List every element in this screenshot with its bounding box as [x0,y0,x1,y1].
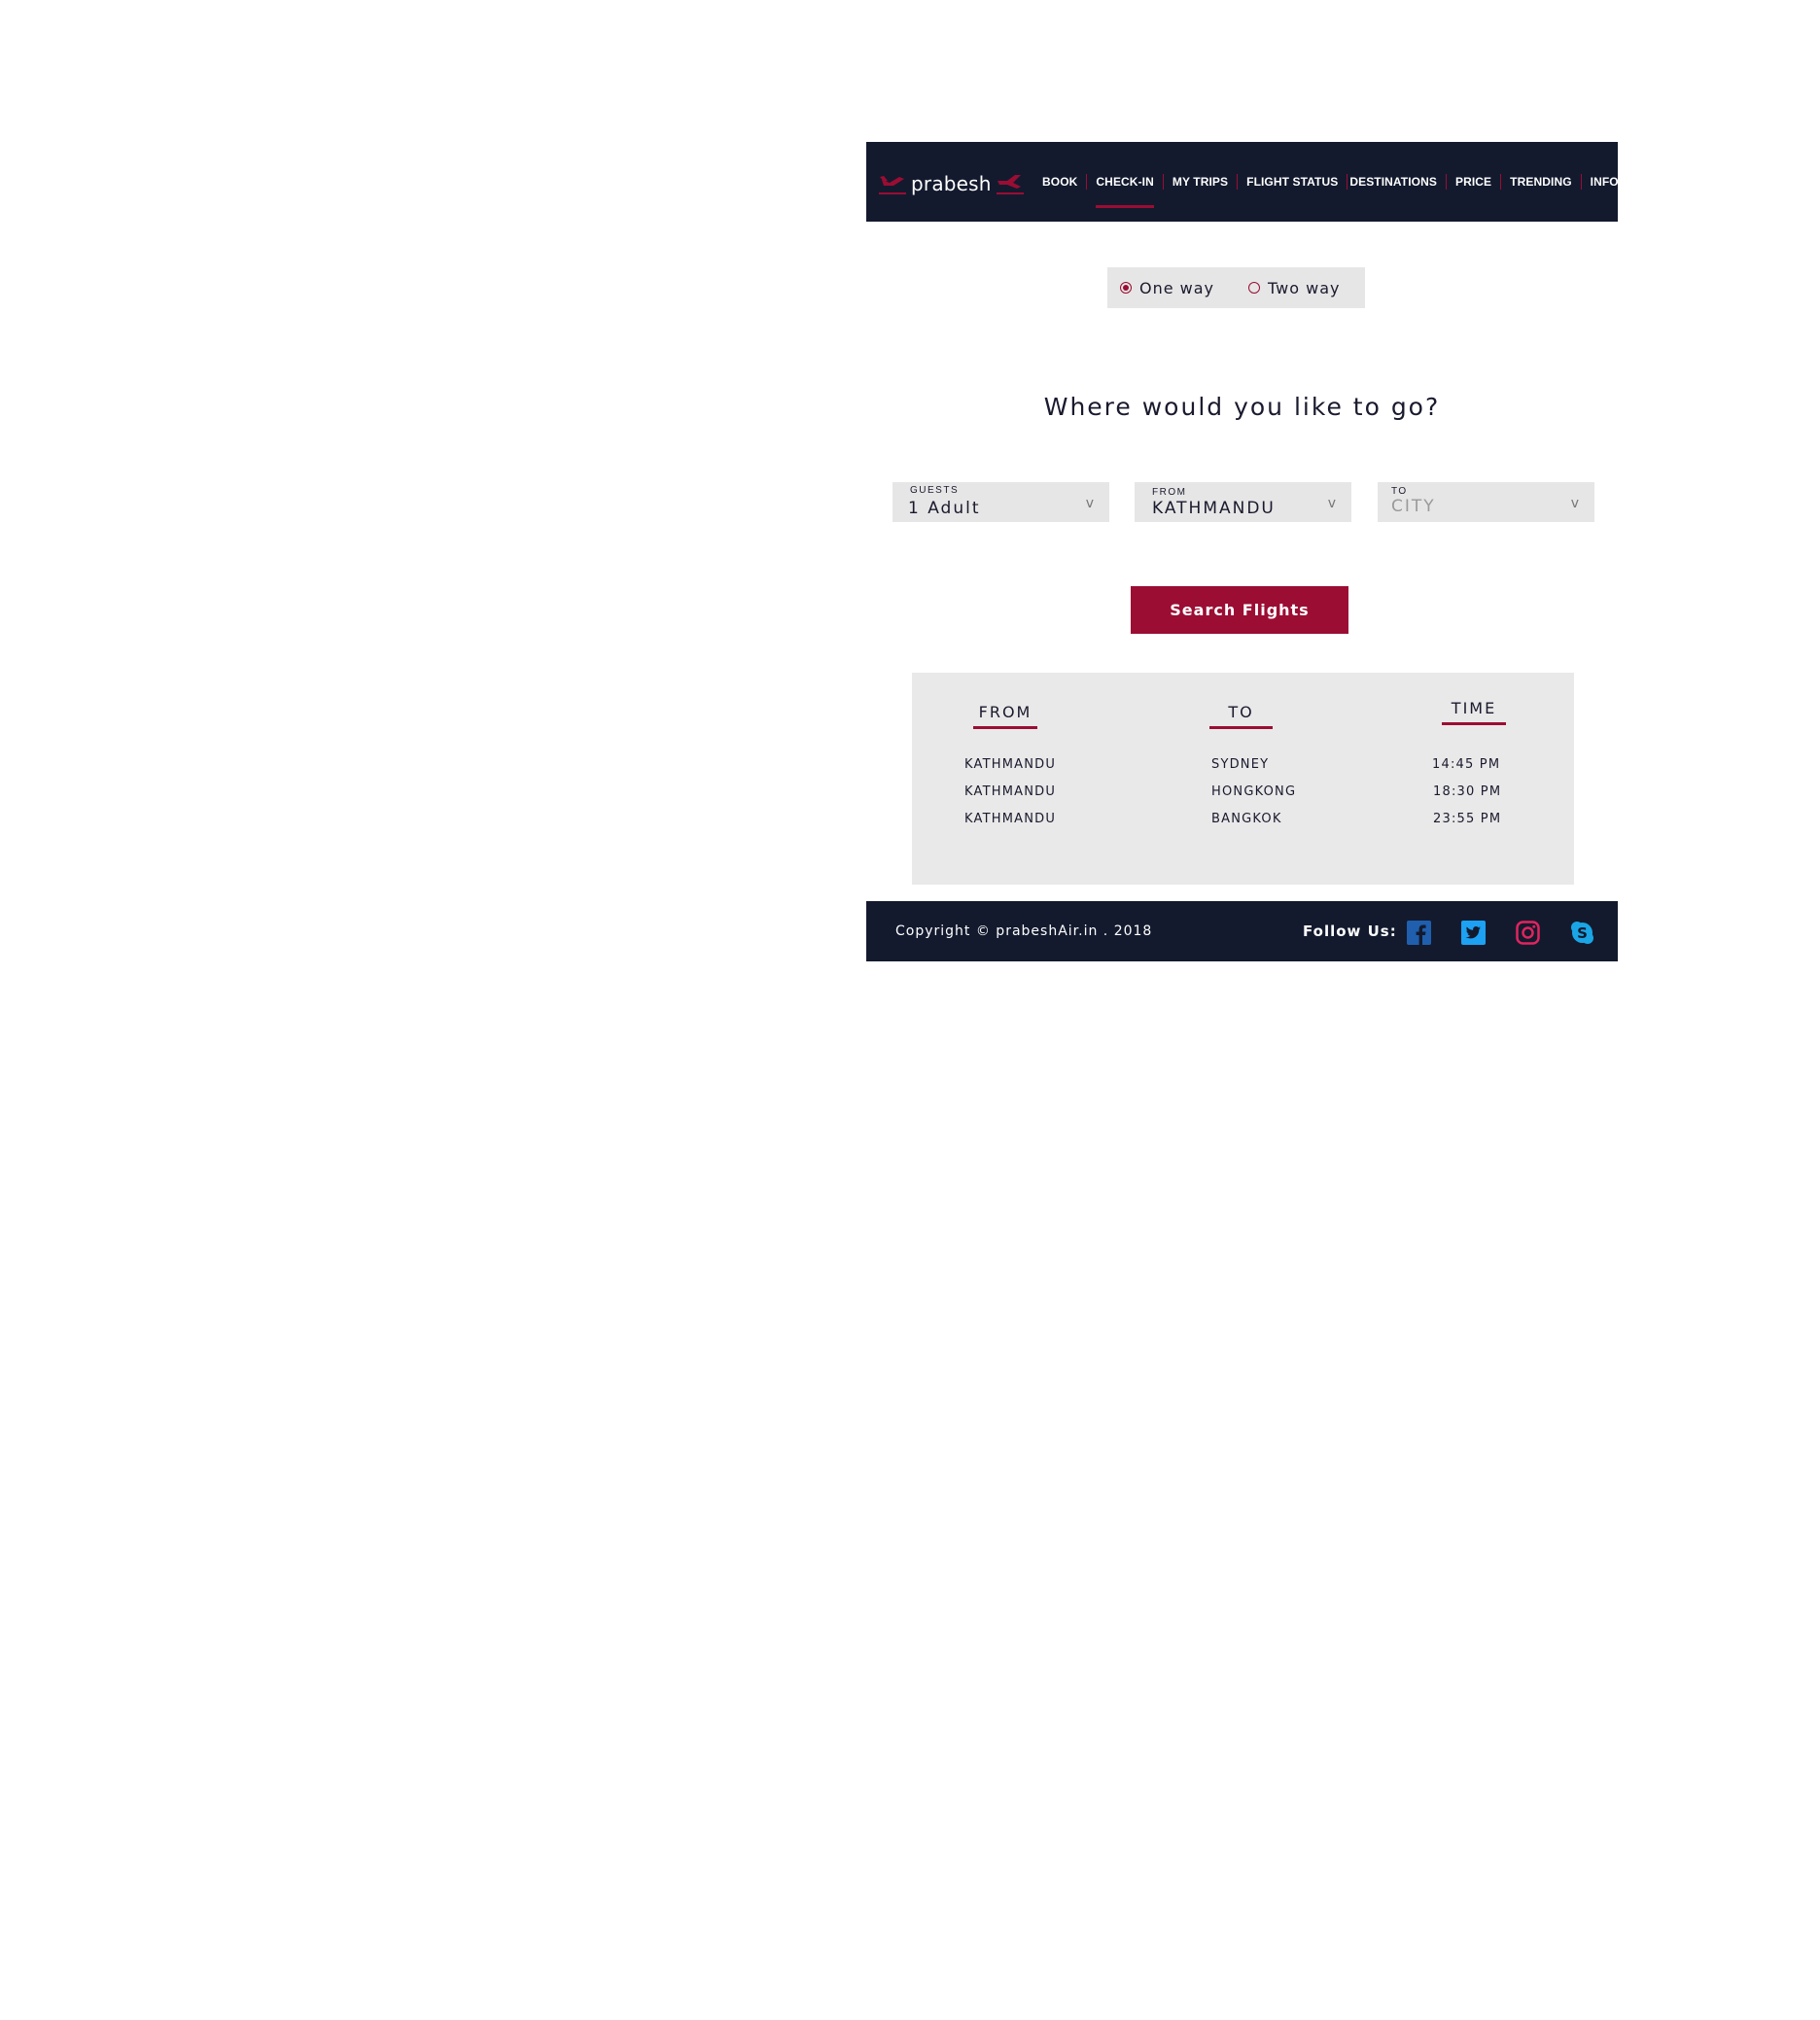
nav-item-book[interactable]: BOOK [1033,142,1086,222]
select-value: 1 Adult [908,499,981,518]
column-header-to: TO [1209,703,1273,729]
chevron-down-icon: v [1327,496,1336,511]
brand-name: prabesh [911,172,992,195]
nav-item-destinations[interactable]: DESTINATIONS [1348,142,1446,222]
search-flights-button[interactable]: Search Flights [1131,586,1348,634]
svg-text:S: S [1577,924,1588,942]
nav-item-flight-status[interactable]: FLIGHT STATUS [1238,142,1347,222]
from-select[interactable]: FROM KATHMANDU v [1135,482,1351,522]
brand-logo[interactable]: prabesh [878,171,1025,196]
nav-item-check-in[interactable]: CHECK-IN [1087,142,1162,222]
plane-arrival-icon [996,175,1024,194]
select-label: GUESTS [910,485,960,496]
column-header-time: TIME [1442,699,1506,725]
chevron-down-icon: v [1085,496,1094,511]
select-value: KATHMANDU [1152,499,1276,518]
main-nav: BOOK CHECK-IN MY TRIPS FLIGHT STATUS DES… [1033,142,1628,222]
cell-time: 23:55 PM [1433,812,1502,826]
nav-item-my-trips[interactable]: MY TRIPS [1164,142,1237,222]
radio-checked-icon [1120,282,1132,294]
cell-from: KATHMANDU [964,784,1057,799]
select-placeholder: CITY [1391,497,1436,516]
chevron-down-icon: v [1570,496,1579,511]
guests-select[interactable]: GUESTS 1 Adult v [892,482,1109,522]
instagram-icon[interactable] [1515,920,1541,946]
cell-to: BANGKOK [1211,812,1282,826]
cell-time: 18:30 PM [1433,784,1502,799]
cell-from: KATHMANDU [964,812,1057,826]
cell-from: KATHMANDU [964,757,1057,772]
column-header-label: TIME [1451,699,1497,717]
select-label: FROM [1152,487,1187,498]
column-header-from: FROM [973,703,1037,729]
radio-label: One way [1139,278,1215,297]
header-underline [1209,726,1273,729]
nav-item-price[interactable]: PRICE [1447,142,1500,222]
follow-us-label: Follow Us: [1303,923,1397,940]
skype-icon[interactable]: S [1569,920,1595,946]
page-title: Where would you like to go? [1043,393,1441,421]
nav-item-trending[interactable]: TRENDING [1501,142,1580,222]
flight-schedule-table: FROM TO TIME KATHMANDU SYDNEY 14:45 PM K… [912,673,1574,885]
copyright-text: Copyright © prabeshAir.in . 2018 [895,923,1153,939]
radio-unchecked-icon [1248,282,1261,294]
plane-departure-icon [879,176,906,194]
to-select[interactable]: TO CITY v [1378,482,1594,522]
footer: Copyright © prabeshAir.in . 2018 Follow … [866,901,1618,961]
header-underline [1442,722,1506,725]
trip-type-toggle: One way Two way [1107,267,1365,308]
facebook-icon[interactable] [1406,920,1432,946]
cell-to: HONGKONG [1211,784,1297,799]
select-label: TO [1391,486,1408,497]
column-header-label: TO [1228,703,1254,721]
top-navbar: prabesh BOOK CHECK-IN MY TRIPS FLIGHT ST… [866,142,1619,222]
radio-two-way[interactable]: Two way [1248,279,1340,297]
radio-label: Two way [1268,278,1341,297]
cell-time: 14:45 PM [1432,757,1501,772]
header-underline [973,726,1037,729]
radio-one-way[interactable]: One way [1120,279,1214,297]
column-header-label: FROM [978,703,1032,721]
nav-item-info[interactable]: INFO [1582,142,1628,222]
cell-to: SYDNEY [1211,757,1270,772]
twitter-icon[interactable] [1460,920,1487,946]
